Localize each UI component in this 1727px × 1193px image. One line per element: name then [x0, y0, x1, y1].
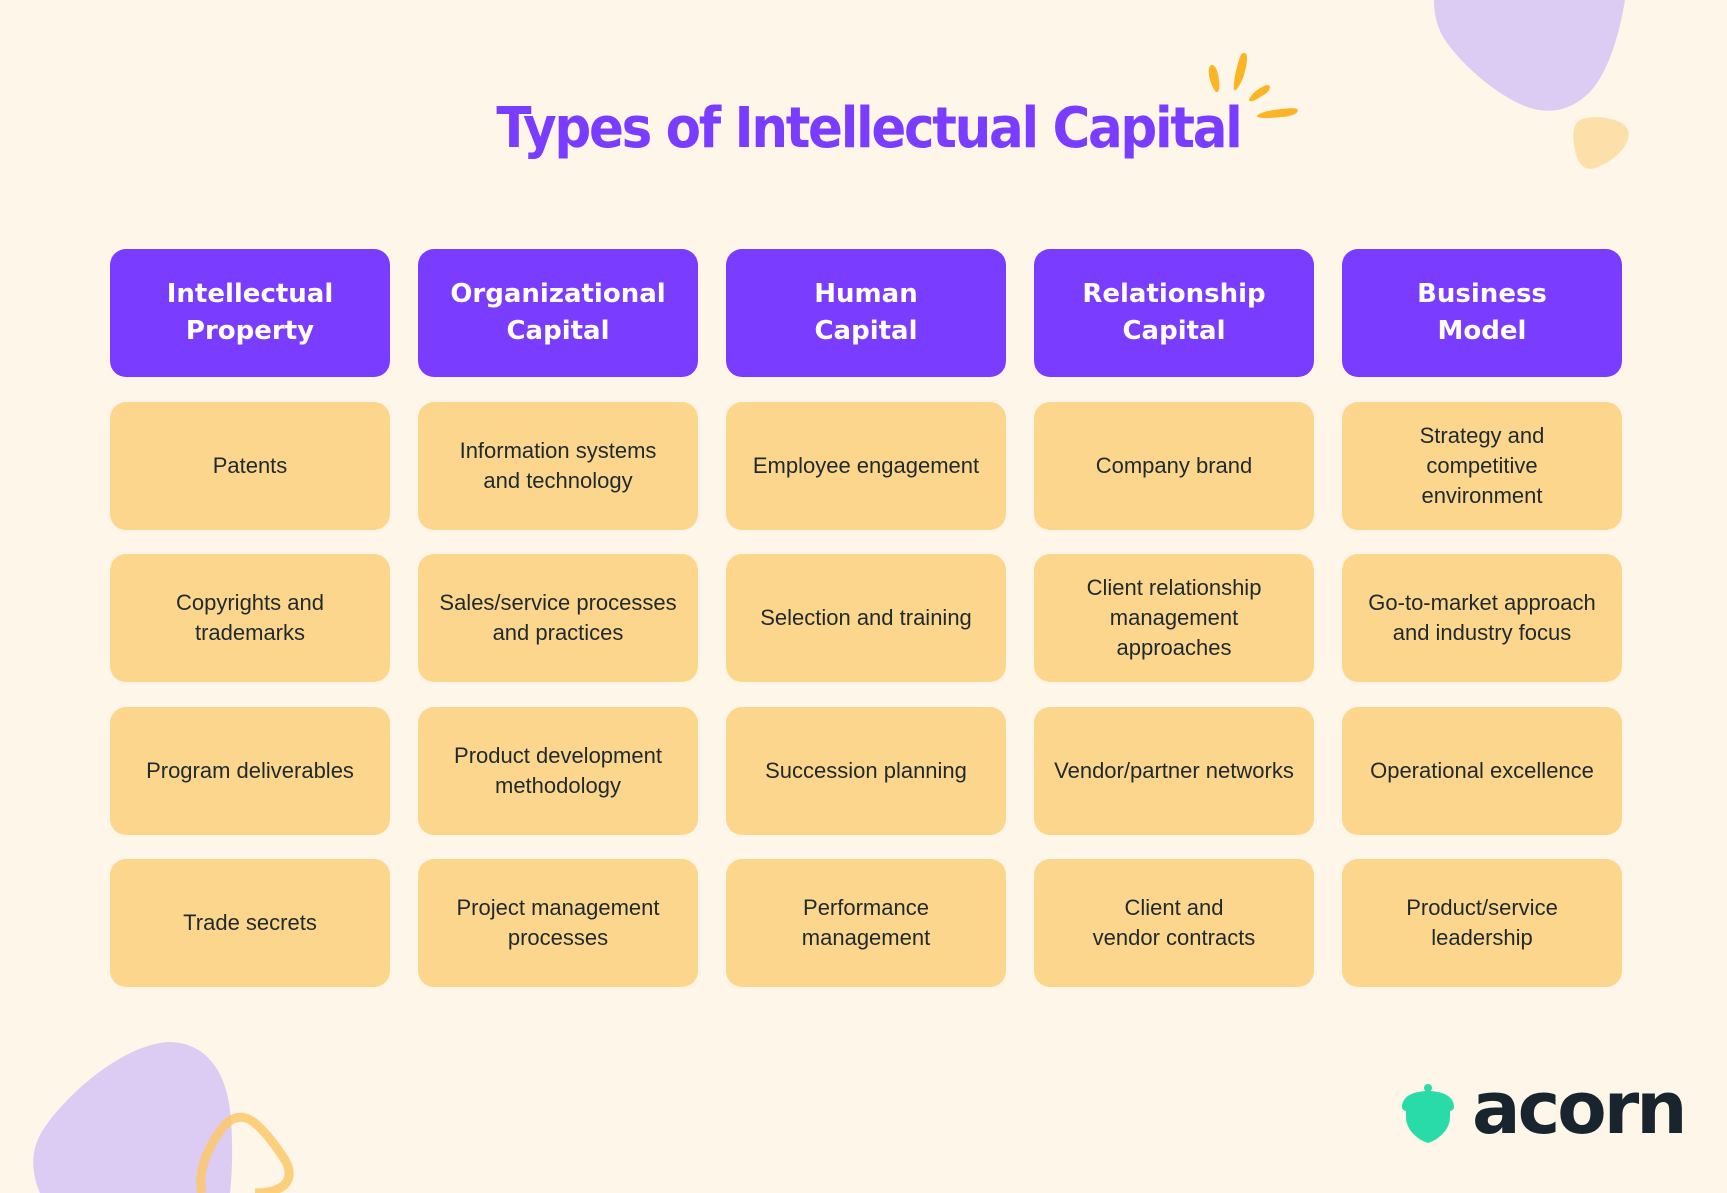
- grid-cell: Patents: [110, 401, 390, 530]
- column-header-intellectual-property: Intellectual Property: [110, 249, 390, 377]
- grid-cell: Product/service leadership: [1342, 859, 1622, 987]
- grid-cell: Company brand: [1034, 401, 1314, 530]
- capital-grid: Intellectual Property Organizational Cap…: [110, 249, 1622, 987]
- acorn-icon: [1402, 1084, 1454, 1143]
- acorn-logo: acorn: [1402, 1072, 1687, 1150]
- column-header-business-model: Business Model: [1342, 249, 1622, 377]
- grid-cell: Performance management: [726, 859, 1006, 987]
- grid-cell: Selection and training: [726, 554, 1006, 682]
- grid-cell: Vendor/partner networks: [1034, 706, 1314, 835]
- grid-cell: Operational excellence: [1342, 706, 1622, 835]
- grid-cell: Client relationship management approache…: [1034, 554, 1314, 682]
- lavender-blob-bottom-left: [33, 1042, 233, 1193]
- grid-cell: Strategy and competitive environment: [1342, 401, 1622, 530]
- grid-cell: Go-to-market approach and industry focus: [1342, 554, 1622, 682]
- grid-cell: Sales/service processes and practices: [418, 554, 698, 682]
- grid-cell: Copyrights and trademarks: [110, 554, 390, 682]
- grid-cell: Project management processes: [418, 859, 698, 987]
- page-title: Types of Intellectual Capital: [496, 96, 1242, 161]
- grid-cell: Succession planning: [726, 706, 1006, 835]
- grid-cell: Product development methodology: [418, 706, 698, 835]
- grid-cell: Employee engagement: [726, 401, 1006, 530]
- column-header-organizational-capital: Organizational Capital: [418, 249, 698, 377]
- grid-cell: Trade secrets: [110, 859, 390, 987]
- column-header-relationship-capital: Relationship Capital: [1034, 249, 1314, 377]
- yellow-ring-bottom-left: [196, 1112, 294, 1193]
- column-header-human-capital: Human Capital: [726, 249, 1006, 377]
- logo-wordmark: acorn: [1472, 1066, 1687, 1150]
- grid-cell: Program deliverables: [110, 706, 390, 835]
- grid-cell: Client and vendor contracts: [1034, 859, 1314, 987]
- lavender-blob-top-right: [1434, 0, 1625, 111]
- grid-cell: Information systems and technology: [418, 401, 698, 530]
